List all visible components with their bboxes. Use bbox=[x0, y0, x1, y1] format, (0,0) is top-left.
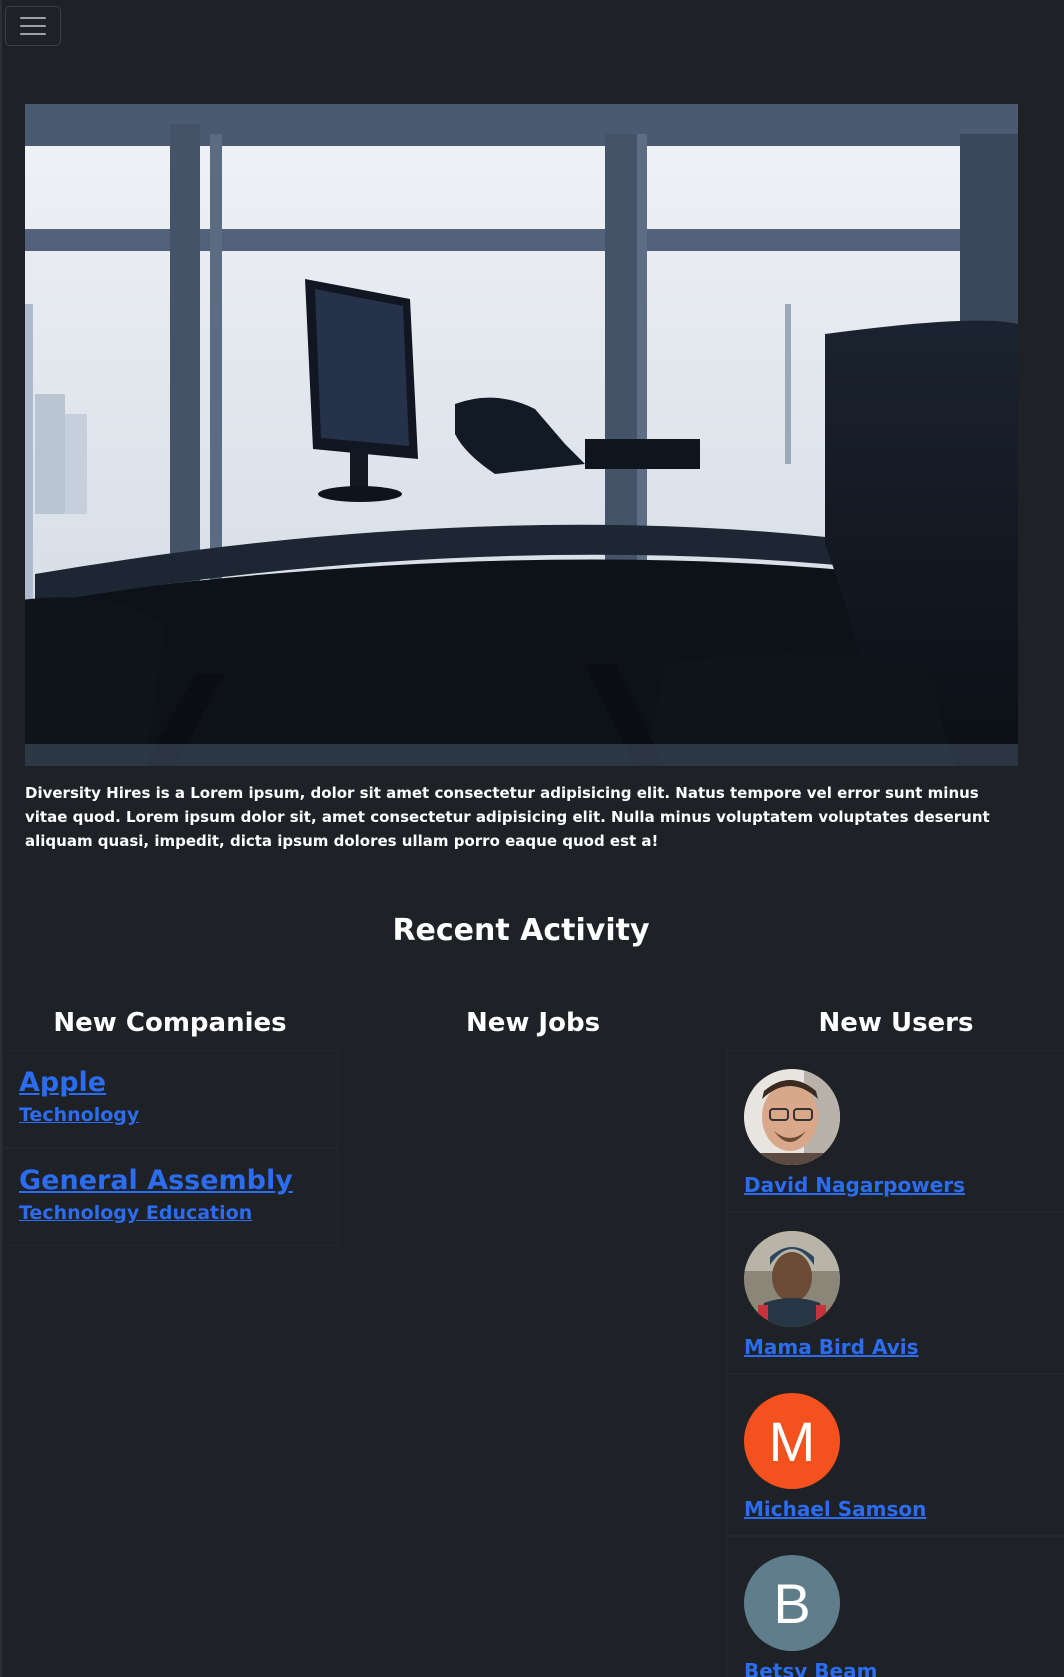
user-avatar[interactable]: M bbox=[744, 1393, 840, 1489]
avatar-initial: B bbox=[773, 1571, 811, 1635]
user-card: David Nagarpowers bbox=[727, 1050, 1064, 1212]
user-card: Mama Bird Avis bbox=[727, 1212, 1064, 1374]
avatar-photo-icon bbox=[744, 1231, 840, 1327]
new-jobs-heading: New Jobs bbox=[465, 1008, 601, 1038]
new-companies-heading: New Companies bbox=[53, 1008, 287, 1038]
user-name-link[interactable]: Mama Bird Avis bbox=[744, 1335, 1050, 1359]
user-avatar[interactable]: B bbox=[744, 1555, 840, 1651]
company-industry-link[interactable]: Technology bbox=[19, 1104, 321, 1126]
user-avatar[interactable] bbox=[744, 1231, 840, 1327]
user-name-link[interactable]: David Nagarpowers bbox=[744, 1173, 1050, 1197]
navbar-toggle-button[interactable] bbox=[5, 6, 61, 46]
user-name-link[interactable]: Michael Samson bbox=[744, 1497, 1050, 1521]
company-name-link[interactable]: Apple bbox=[19, 1067, 321, 1098]
hamburger-icon bbox=[20, 17, 46, 19]
hamburger-icon-line bbox=[20, 33, 46, 35]
recent-activity-heading: Recent Activity bbox=[392, 913, 650, 948]
hamburger-icon-line bbox=[20, 25, 46, 27]
company-name-link[interactable]: General Assembly bbox=[19, 1165, 321, 1196]
new-users-heading: New Users bbox=[818, 1008, 974, 1038]
user-avatar[interactable] bbox=[744, 1069, 840, 1165]
hero-image bbox=[25, 104, 1018, 766]
company-card: Apple Technology bbox=[2, 1050, 338, 1148]
user-card: B Betsy Beam bbox=[727, 1536, 1064, 1677]
avatar-initial: M bbox=[768, 1409, 816, 1473]
avatar-photo-icon bbox=[744, 1069, 840, 1165]
site-description: Diversity Hires is a Lorem ipsum, dolor … bbox=[25, 784, 990, 850]
company-card: General Assembly Technology Education bbox=[2, 1148, 338, 1246]
company-industry-link[interactable]: Technology Education bbox=[19, 1202, 321, 1224]
page-left-border bbox=[0, 0, 2, 1677]
user-card: M Michael Samson bbox=[727, 1374, 1064, 1536]
user-name-link[interactable]: Betsy Beam bbox=[744, 1659, 1050, 1677]
